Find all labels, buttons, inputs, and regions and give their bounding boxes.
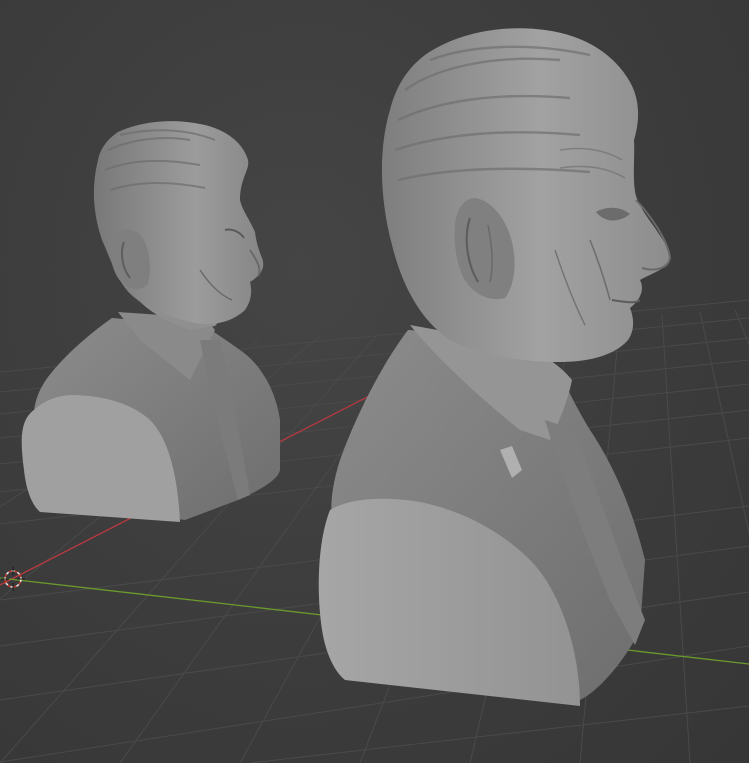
bust-small[interactable]: [21, 121, 280, 522]
bust-small-head: [93, 121, 264, 324]
bust-large[interactable]: [318, 28, 672, 706]
viewport-scene[interactable]: [0, 0, 749, 763]
3d-viewport[interactable]: [0, 0, 749, 763]
